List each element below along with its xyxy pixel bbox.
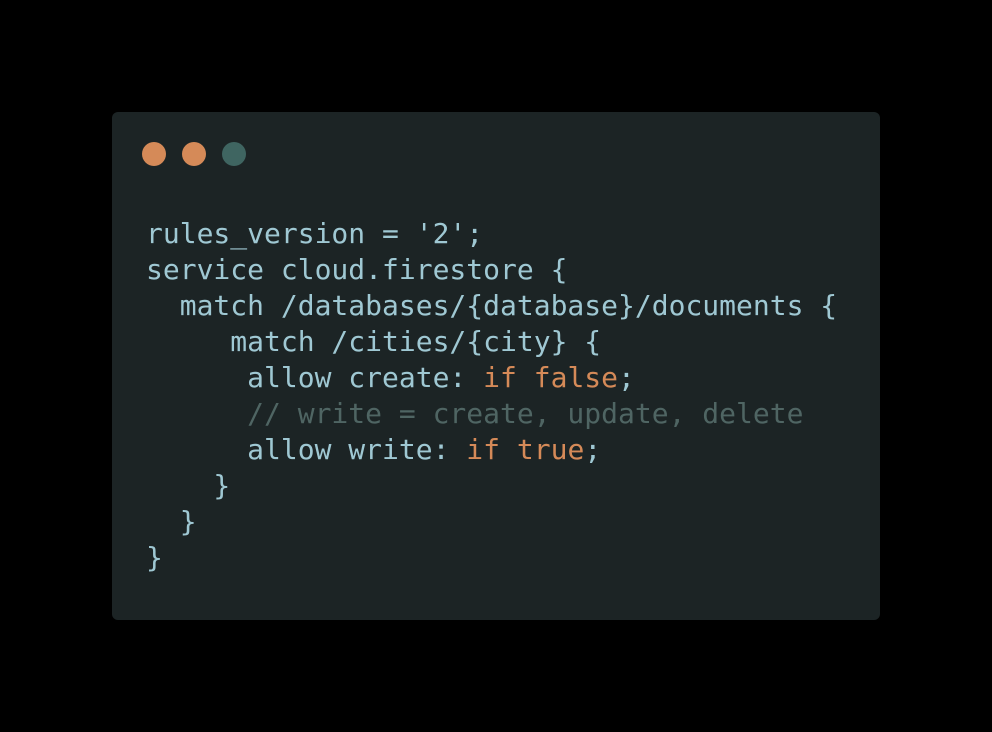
code-token: service cloud.firestore { xyxy=(146,253,568,286)
code-token: } xyxy=(146,469,231,502)
code-line: } xyxy=(146,540,837,576)
code-token: match /databases/{database}/documents { xyxy=(146,289,838,322)
code-token: } xyxy=(146,505,197,538)
window-dot-1-icon[interactable] xyxy=(142,142,166,166)
window-dot-3-icon[interactable] xyxy=(222,142,246,166)
code-token: match /cities/{city} { xyxy=(146,325,602,358)
code-line: rules_version = '2'; xyxy=(146,216,837,252)
code-token: allow create: xyxy=(146,361,484,394)
code-token: allow write: xyxy=(146,433,467,466)
code-line: match /cities/{city} { xyxy=(146,324,837,360)
code-token: rules_version = '2'; xyxy=(146,217,484,250)
code-window: rules_version = '2'; service cloud.firest… xyxy=(112,112,880,620)
code-token: ; xyxy=(584,433,602,466)
code-line: allow write: if true; xyxy=(146,432,837,468)
code-token: } xyxy=(146,541,163,574)
code-line: // write = create, update, delete xyxy=(146,396,837,432)
code-comment: // write = create, update, delete xyxy=(146,397,804,430)
code-keyword: if true xyxy=(466,433,585,466)
code-line: match /databases/{database}/documents { xyxy=(146,288,837,324)
code-line: service cloud.firestore { xyxy=(146,252,837,288)
code-keyword: if false xyxy=(483,361,619,394)
code-line: } xyxy=(146,504,837,540)
code-block: rules_version = '2'; service cloud.firest… xyxy=(146,216,837,576)
code-token: ; xyxy=(618,361,635,394)
window-dot-2-icon[interactable] xyxy=(182,142,206,166)
code-line: allow create: if false; xyxy=(146,360,837,396)
code-line: } xyxy=(146,468,837,504)
